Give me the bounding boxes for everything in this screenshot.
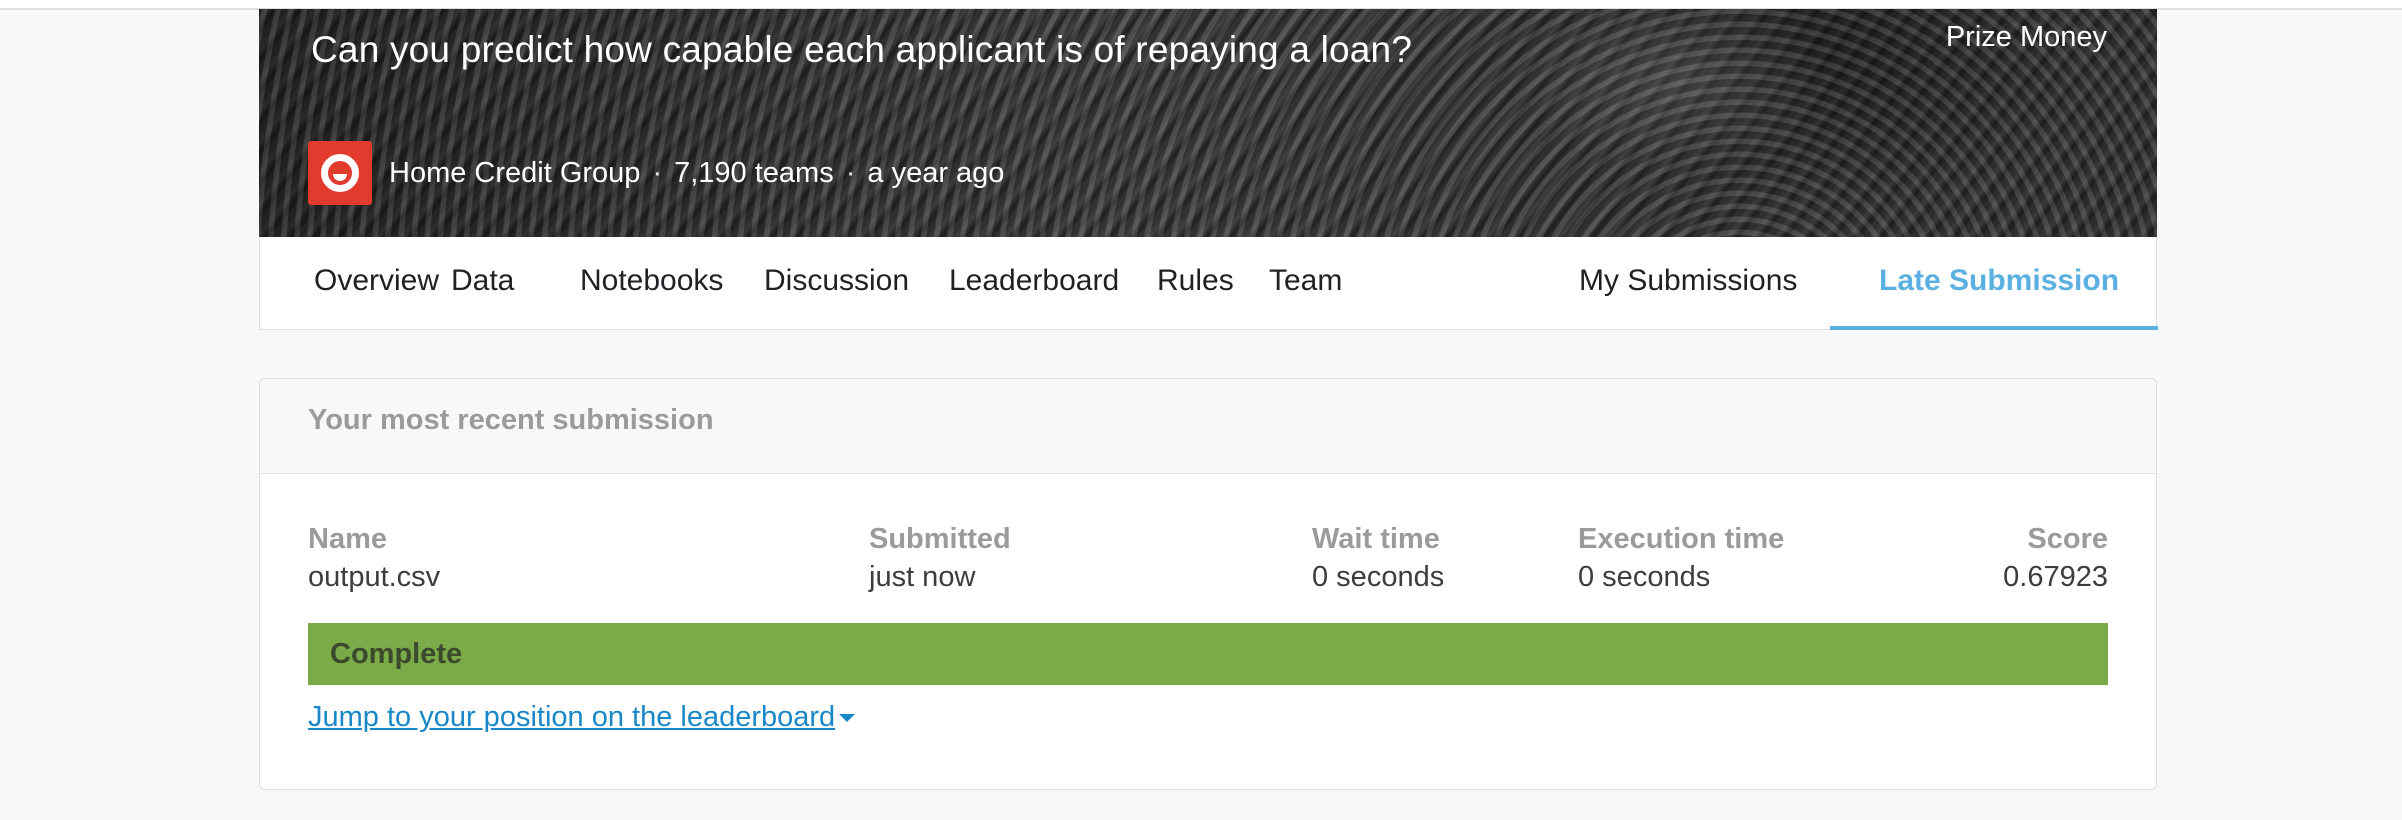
meta-separator: · bbox=[652, 156, 663, 189]
host-logo-icon bbox=[308, 141, 372, 205]
competition-meta: Home Credit Group · 7,190 teams · a year… bbox=[308, 141, 1004, 205]
competition-age: a year ago bbox=[867, 156, 1005, 189]
tab-late-submission[interactable]: Late Submission bbox=[1879, 237, 2119, 329]
name-column: Name output.csv bbox=[308, 521, 440, 597]
caret-down-icon bbox=[839, 714, 856, 723]
name-label: Name bbox=[308, 523, 387, 555]
card-title: Your most recent submission bbox=[308, 404, 714, 436]
score-value: 0.67923 bbox=[2003, 561, 2108, 593]
tab-notebooks[interactable]: Notebooks bbox=[580, 237, 723, 329]
competition-header: Can you predict how capable each applica… bbox=[259, 9, 2157, 237]
file-name: output.csv bbox=[308, 561, 441, 593]
tab-overview[interactable]: Overview bbox=[314, 237, 439, 329]
execution-time-label: Execution time bbox=[1578, 523, 1785, 555]
meta-separator: · bbox=[845, 156, 856, 189]
competition-tabs: Overview Data Notebooks Discussion Leade… bbox=[259, 237, 2158, 330]
active-tab-indicator bbox=[1830, 326, 2158, 330]
jump-to-leaderboard-link[interactable]: Jump to your position on the leaderboard bbox=[308, 701, 856, 734]
submitted-value: just now bbox=[869, 561, 976, 593]
tab-discussion[interactable]: Discussion bbox=[764, 237, 909, 329]
submitted-column: Submitted just now bbox=[869, 521, 1011, 597]
score-label: Score bbox=[2027, 523, 2108, 555]
team-count: 7,190 teams bbox=[674, 156, 834, 189]
wait-time-value: 0 seconds bbox=[1312, 561, 1445, 593]
score-column: Score 0.67923 bbox=[2003, 521, 2108, 597]
tab-my-submissions[interactable]: My Submissions bbox=[1579, 237, 1797, 329]
host-name[interactable]: Home Credit Group bbox=[389, 157, 640, 190]
wait-time-column: Wait time 0 seconds bbox=[1312, 521, 1444, 597]
tab-data[interactable]: Data bbox=[451, 237, 514, 329]
tab-team[interactable]: Team bbox=[1269, 237, 1342, 329]
execution-time-value: 0 seconds bbox=[1578, 561, 1711, 593]
recent-submission-card: Your most recent submission Name output.… bbox=[259, 378, 2157, 790]
jump-link-label: Jump to your position on the leaderboard bbox=[308, 701, 836, 733]
competition-title: Can you predict how capable each applica… bbox=[311, 29, 1413, 70]
status-bar: Complete bbox=[308, 623, 2108, 685]
tab-rules[interactable]: Rules bbox=[1157, 237, 1234, 329]
wait-time-label: Wait time bbox=[1312, 523, 1440, 555]
prize-money-label: Prize Money bbox=[1945, 21, 2107, 53]
tab-leaderboard[interactable]: Leaderboard bbox=[949, 237, 1119, 329]
submitted-label: Submitted bbox=[869, 523, 1011, 555]
execution-time-column: Execution time 0 seconds bbox=[1578, 521, 1784, 597]
